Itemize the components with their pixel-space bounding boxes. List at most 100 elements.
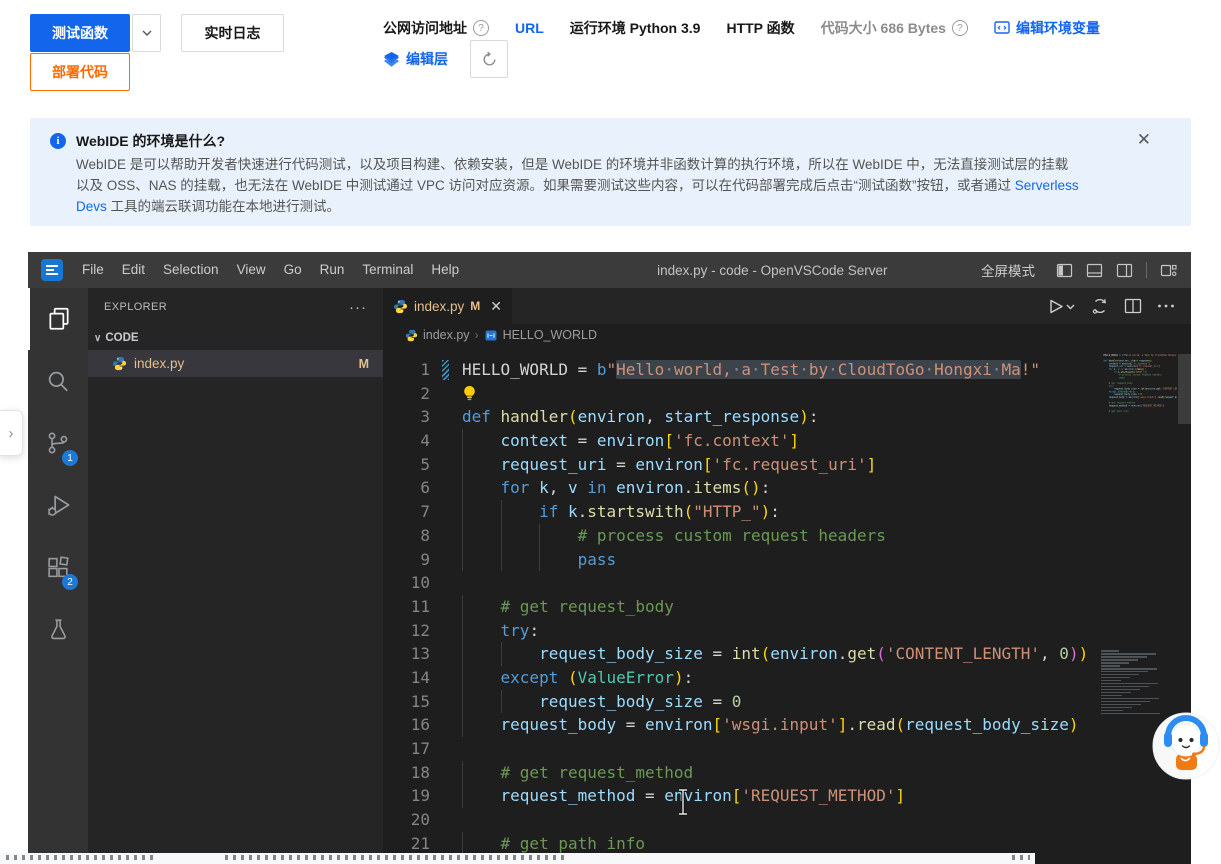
toggle-secondary-sidebar-icon[interactable] bbox=[1116, 262, 1133, 279]
test-function-dropdown[interactable] bbox=[132, 14, 161, 52]
refresh-button[interactable] bbox=[470, 40, 508, 78]
code-line[interactable]: 17 bbox=[383, 737, 1088, 761]
line-number: 4 bbox=[383, 429, 430, 453]
source-control-badge: 1 bbox=[62, 450, 78, 466]
toggle-sidebar-icon[interactable] bbox=[1056, 262, 1073, 279]
code-size-text: 代码大小 686 Bytes bbox=[821, 18, 946, 38]
toggle-panel-icon[interactable] bbox=[1086, 262, 1103, 279]
customize-layout-icon[interactable] bbox=[1160, 262, 1177, 279]
code-line[interactable]: 11 # get request_body bbox=[383, 595, 1088, 619]
menu-go[interactable]: Go bbox=[275, 252, 311, 288]
code-line[interactable]: 18 # get request_method bbox=[383, 761, 1088, 785]
test-function-button[interactable]: 测试函数 bbox=[30, 14, 130, 52]
runtime-label: 运行环境 Python 3.9 bbox=[570, 18, 701, 38]
explorer-icon[interactable] bbox=[28, 288, 88, 350]
code-line[interactable]: 5 request_uri = environ['fc.request_uri'… bbox=[383, 453, 1088, 477]
edit-layer-link[interactable]: 编辑层 bbox=[383, 49, 448, 69]
code-line[interactable]: 4 context = environ['fc.context'] bbox=[383, 429, 1088, 453]
code-line[interactable]: 13 request_body_size = int(environ.get('… bbox=[383, 642, 1088, 666]
code-line[interactable]: 14 except (ValueError): bbox=[383, 666, 1088, 690]
line-number: 8 bbox=[383, 524, 430, 548]
realtime-log-button[interactable]: 实时日志 bbox=[181, 14, 284, 52]
code-line[interactable]: 6 for k, v in environ.items(): bbox=[383, 476, 1088, 500]
code-line[interactable]: 20 bbox=[383, 808, 1088, 832]
public-url-label: 公网访问地址 ? bbox=[383, 18, 489, 38]
code-line[interactable]: 21 # get path info bbox=[383, 832, 1088, 856]
fullscreen-mode-button[interactable]: 全屏模式 bbox=[981, 260, 1035, 280]
code-line[interactable]: 10 bbox=[383, 571, 1088, 595]
code-size-label: 代码大小 686 Bytes ? bbox=[821, 18, 968, 38]
menu-help[interactable]: Help bbox=[422, 252, 468, 288]
deploy-code-button[interactable]: 部署代码 bbox=[30, 53, 130, 91]
line-number: 17 bbox=[383, 737, 430, 761]
testing-icon[interactable] bbox=[28, 598, 88, 660]
serverless-devs-link[interactable]: Serverless bbox=[1015, 178, 1079, 193]
customer-service-mascot-button[interactable] bbox=[1150, 710, 1221, 782]
serverless-devs-link[interactable]: Devs bbox=[76, 199, 107, 214]
close-icon[interactable]: ✕ bbox=[490, 298, 502, 315]
menu-bar: FileEditSelectionViewGoRunTerminalHelp bbox=[73, 252, 468, 288]
line-number: 12 bbox=[383, 619, 430, 643]
file-row-indexpy[interactable]: index.py M bbox=[88, 350, 383, 377]
code-section-header[interactable]: ∨ CODE bbox=[88, 326, 383, 350]
menu-file[interactable]: File bbox=[73, 252, 113, 288]
code-line[interactable]: 1HELLO_WORLD = b"Hello·world,·a·Test·by·… bbox=[383, 358, 1088, 382]
code-line[interactable]: 8 # process custom request headers bbox=[383, 524, 1088, 548]
window-title: index.py - code - OpenVSCode Server bbox=[657, 263, 887, 278]
clipped-page-row bbox=[0, 853, 1035, 864]
line-number: 11 bbox=[383, 595, 430, 619]
minimap[interactable]: HELLO_WORLD = b"Hello world, a Test by C… bbox=[1097, 354, 1177, 716]
scrollbar-slider[interactable] bbox=[1178, 354, 1191, 424]
menu-view[interactable]: View bbox=[228, 252, 275, 288]
menu-terminal[interactable]: Terminal bbox=[353, 252, 422, 288]
line-number: 15 bbox=[383, 690, 430, 714]
more-actions-icon[interactable] bbox=[1157, 303, 1175, 309]
layers-icon bbox=[383, 51, 400, 68]
line-number: 14 bbox=[383, 666, 430, 690]
breadcrumb-file[interactable]: index.py bbox=[423, 328, 470, 342]
breadcrumb-symbol[interactable]: HELLO_WORLD bbox=[503, 328, 597, 342]
edit-env-vars-link[interactable]: 编辑环境变量 bbox=[994, 18, 1100, 38]
code-line[interactable]: 3def handler(environ, start_response): bbox=[383, 405, 1088, 429]
menu-selection[interactable]: Selection bbox=[154, 252, 228, 288]
webide-window: FileEditSelectionViewGoRunTerminalHelp i… bbox=[28, 252, 1191, 864]
minimap-code: HELLO_WORLD = b"Hello world, a Test by C… bbox=[1097, 354, 1177, 413]
code-line[interactable]: 15 request_body_size = 0 bbox=[383, 690, 1088, 714]
code-line[interactable]: 16 request_body = environ['wsgi.input'].… bbox=[383, 713, 1088, 737]
open-changes-icon[interactable] bbox=[1091, 297, 1109, 315]
help-icon[interactable]: ? bbox=[952, 20, 968, 36]
sidebar-expander-button[interactable]: › bbox=[0, 410, 23, 456]
close-icon[interactable]: ✕ bbox=[1137, 131, 1151, 148]
run-python-file-button[interactable] bbox=[1050, 299, 1076, 314]
source-control-icon[interactable]: 1 bbox=[28, 412, 88, 474]
line-number: 3 bbox=[383, 405, 430, 429]
tab-indexpy[interactable]: index.py M ✕ bbox=[383, 288, 512, 324]
menu-edit[interactable]: Edit bbox=[113, 252, 154, 288]
code-editor[interactable]: 1HELLO_WORLD = b"Hello·world,·a·Test·by·… bbox=[383, 346, 1191, 864]
menu-run[interactable]: Run bbox=[311, 252, 354, 288]
run-debug-icon[interactable] bbox=[28, 474, 88, 536]
line-number: 13 bbox=[383, 642, 430, 666]
code-line[interactable]: 12 try: bbox=[383, 619, 1088, 643]
edit-env-vars-text: 编辑环境变量 bbox=[1016, 18, 1100, 38]
extensions-icon[interactable]: 2 bbox=[28, 536, 88, 598]
tab-bar: index.py M ✕ bbox=[383, 288, 1191, 324]
line-number: 7 bbox=[383, 500, 430, 524]
help-icon[interactable]: ? bbox=[473, 20, 489, 36]
minimap-overflow bbox=[1097, 650, 1177, 714]
file-name: index.py bbox=[134, 356, 184, 371]
code-line[interactable]: 2 bbox=[383, 382, 1088, 406]
search-icon[interactable] bbox=[28, 350, 88, 412]
chevron-right-icon: › bbox=[475, 328, 479, 342]
edit-layer-text: 编辑层 bbox=[406, 49, 448, 69]
split-editor-icon[interactable] bbox=[1124, 297, 1142, 315]
url-link[interactable]: URL bbox=[515, 20, 544, 36]
function-info-row: 公网访问地址 ? URL 运行环境 Python 3.9 HTTP 函数 代码大… bbox=[383, 14, 1100, 42]
explorer-more-actions-icon[interactable]: ··· bbox=[349, 299, 367, 316]
code-line[interactable]: 9 pass bbox=[383, 548, 1088, 572]
explorer-header: EXPLORER ··· bbox=[88, 288, 383, 326]
code-line[interactable]: 7 if k.startswith("HTTP_"): bbox=[383, 500, 1088, 524]
python-file-icon bbox=[112, 356, 127, 371]
code-line[interactable]: 19 request_method = environ['REQUEST_MET… bbox=[383, 784, 1088, 808]
lightbulb-icon[interactable] bbox=[462, 385, 480, 402]
